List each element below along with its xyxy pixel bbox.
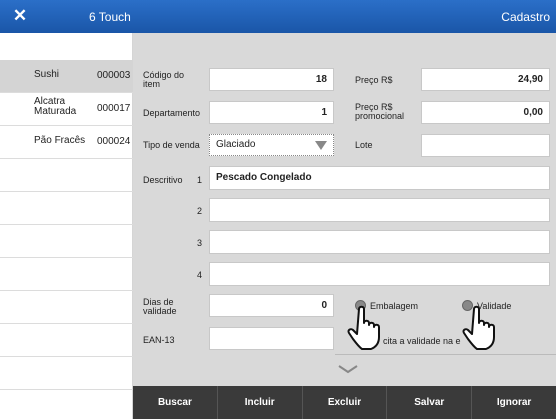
list-item-code: 000003 bbox=[97, 70, 131, 81]
desc-line-number: 1 bbox=[197, 175, 203, 185]
hand-pointer-icon bbox=[347, 305, 380, 350]
descritivo-line-3[interactable] bbox=[209, 230, 550, 254]
close-icon[interactable]: ✕ bbox=[10, 6, 30, 26]
list-item[interactable]: Alcatra Maturada 000017 bbox=[0, 93, 133, 126]
title-bar: ✕ 6 Touch Cadastro bbox=[0, 0, 556, 33]
validade-note: cita a validade na e bbox=[383, 336, 461, 346]
departamento-label: Departamento bbox=[143, 108, 201, 118]
hand-pointer-icon bbox=[462, 305, 495, 350]
tipo-venda-value: Glaciado bbox=[216, 139, 256, 150]
product-list: Sushi 000003 Alcatra Maturada 000017 Pão F… bbox=[0, 33, 133, 419]
list-item[interactable] bbox=[0, 291, 133, 324]
list-item[interactable] bbox=[0, 225, 133, 258]
buscar-button[interactable]: Buscar bbox=[133, 386, 217, 419]
desc-line-number: 4 bbox=[197, 270, 203, 280]
divider bbox=[335, 354, 556, 355]
preco-promo-label: Preço R$ promocional bbox=[355, 102, 405, 121]
desc-line-number: 3 bbox=[197, 238, 203, 248]
dias-validade-field[interactable]: 0 bbox=[209, 294, 334, 317]
list-item[interactable] bbox=[0, 159, 133, 192]
codigo-label: Código do item bbox=[143, 70, 185, 89]
list-item[interactable]: Pão Fracês 000024 bbox=[0, 126, 133, 159]
list-item[interactable] bbox=[0, 357, 133, 390]
ignorar-button[interactable]: Ignorar bbox=[471, 386, 556, 419]
list-item-name: Alcatra Maturada bbox=[34, 96, 77, 117]
lote-field[interactable] bbox=[421, 134, 550, 157]
preco-field[interactable]: 24,90 bbox=[421, 68, 550, 91]
descritivo-line-1[interactable]: Pescado Congelado bbox=[209, 166, 550, 190]
list-item-name: Pão Fracês bbox=[34, 135, 86, 146]
descritivo-line-2[interactable] bbox=[209, 198, 550, 222]
action-bar: Buscar Incluir Excluir Salvar Ignorar bbox=[133, 386, 556, 419]
dropdown-arrow-icon bbox=[315, 141, 327, 150]
departamento-field[interactable]: 1 bbox=[209, 101, 334, 124]
codigo-field[interactable]: 18 bbox=[209, 68, 334, 91]
excluir-button[interactable]: Excluir bbox=[301, 386, 387, 419]
salvar-button[interactable]: Salvar bbox=[386, 386, 471, 419]
ean-label: EAN-13 bbox=[143, 335, 175, 345]
chevron-down-icon[interactable] bbox=[337, 364, 359, 374]
list-item-code: 000017 bbox=[97, 103, 131, 114]
preco-promo-field[interactable]: 0,00 bbox=[421, 101, 550, 124]
lote-label: Lote bbox=[355, 140, 373, 150]
ean-field[interactable] bbox=[209, 327, 334, 350]
descritivo-line-4[interactable] bbox=[209, 262, 550, 286]
list-item[interactable] bbox=[0, 258, 133, 291]
tipo-venda-select[interactable]: Glaciado bbox=[209, 134, 334, 156]
list-item[interactable] bbox=[0, 324, 133, 357]
list-item[interactable] bbox=[0, 192, 133, 225]
list-item-selected[interactable]: Sushi 000003 bbox=[0, 60, 133, 93]
tipo-venda-label: Tipo de venda bbox=[143, 140, 200, 150]
list-item-code: 000024 bbox=[97, 136, 131, 147]
list-item-name: Sushi bbox=[34, 69, 60, 80]
app-name: 6 Touch bbox=[89, 10, 131, 24]
screen-title: Cadastro bbox=[501, 10, 550, 24]
list-item[interactable] bbox=[0, 390, 133, 419]
incluir-button[interactable]: Incluir bbox=[216, 386, 302, 419]
descritivo-label: Descritivo bbox=[143, 175, 183, 185]
preco-label: Preço R$ bbox=[355, 75, 393, 85]
desc-line-number: 2 bbox=[197, 206, 203, 216]
dias-validade-label: Dias de validade bbox=[143, 297, 177, 316]
